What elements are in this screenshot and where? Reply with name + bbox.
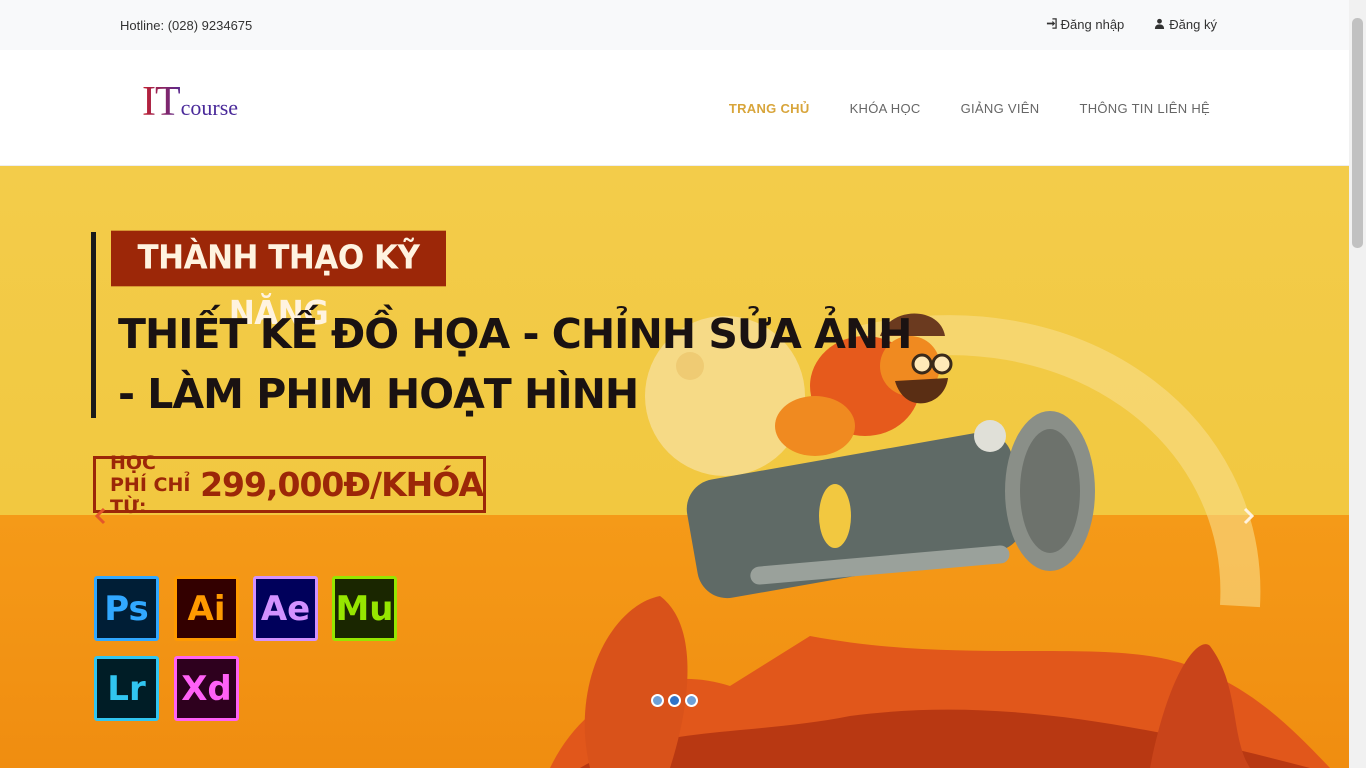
headline-line-1: THIẾT KẾ ĐỒ HỌA - CHỈNH SỬA ẢNH [118,310,912,358]
user-icon [1154,17,1165,32]
price-label: HỌC PHÍ CHỈ TỪ: [110,451,191,518]
left-rock [584,596,688,768]
logo-course: course [180,95,239,120]
headline-accent-bar [91,232,96,418]
price-box: HỌC PHÍ CHỈ TỪ: 299,000Đ/KHÓA [93,452,486,518]
nav-instructors[interactable]: GIẢNG VIÊN [961,101,1040,116]
scrollbar-thumb[interactable] [1352,18,1363,248]
page-scrollbar[interactable] [1349,0,1366,768]
hero-tag: THÀNH THẠO KỸ NĂNG [111,230,446,333]
main-menu: TRANG CHỦ KHÓA HỌC GIẢNG VIÊN THÔNG TIN … [729,101,1210,116]
vehicle-wheel [974,420,1006,452]
after-effects-icon: Ae [253,576,318,641]
login-label: Đăng nhập [1060,17,1125,32]
biker-goggle-right [931,353,953,375]
carousel-next-button[interactable] [1238,506,1258,526]
register-link[interactable]: Đăng ký [1154,17,1217,32]
photoshop-icon: Ps [94,576,159,641]
logo-it: IT [142,79,181,125]
nav-contact[interactable]: THÔNG TIN LIÊN HỆ [1079,101,1210,116]
xd-icon: Xd [174,656,239,721]
price-value: 299,000Đ/KHÓA [200,465,484,504]
hero-carousel: THÀNH THẠO KỸ NĂNG THIẾT KẾ ĐỒ HỌA - CHỈ… [0,166,1349,768]
chevron-right-icon [1243,507,1255,525]
nav-home[interactable]: TRANG CHỦ [729,101,810,116]
carousel-indicators [651,694,698,707]
muse-icon: Mu [332,576,397,641]
main-navbar: IT course TRANG CHỦ KHÓA HỌC GIẢNG VIÊN … [0,50,1349,166]
headline-line-2: - LÀM PHIM HOẠT HÌNH [118,370,639,418]
chevron-left-icon [94,507,106,525]
vehicle-grille-inner [1020,429,1080,553]
biker-goggle-left [911,353,933,375]
top-bar: Hotline: (028) 9234675 Đăng nhập Đăng ký [0,0,1349,50]
login-link[interactable]: Đăng nhập [1046,17,1125,32]
lightroom-icon: Lr [94,656,159,721]
hero-headline: THIẾT KẾ ĐỒ HỌA - CHỈNH SỬA ẢNH - LÀM PH… [118,304,912,424]
carousel-prev-button[interactable] [91,506,111,526]
register-label: Đăng ký [1169,17,1217,32]
vehicle-light [819,484,851,548]
hotline-text: Hotline: (028) 9234675 [120,18,253,33]
nav-courses[interactable]: KHÓA HỌC [850,101,921,116]
illustrator-icon: Ai [174,576,239,641]
site-logo[interactable]: IT course [142,78,238,126]
carousel-dot-3[interactable] [685,694,698,707]
carousel-dot-1[interactable] [651,694,664,707]
sign-in-icon [1046,17,1057,32]
auth-links: Đăng nhập Đăng ký [1046,17,1217,32]
carousel-dot-2[interactable] [668,694,681,707]
